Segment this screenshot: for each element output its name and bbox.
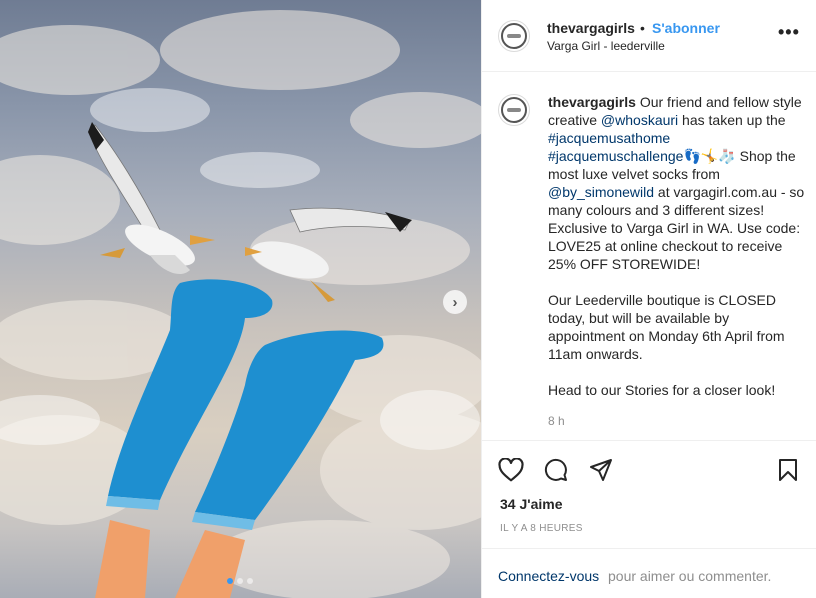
hashtag-link[interactable]: #jacquemusathome	[548, 130, 670, 146]
caption-text: thevargagirls Our friend and fellow styl…	[548, 93, 806, 399]
heart-icon[interactable]	[498, 458, 524, 482]
bookmark-icon[interactable]	[776, 458, 800, 482]
caption-paragraph: Head to our Stories for a closer look!	[548, 382, 776, 398]
carousel-dot	[247, 578, 253, 584]
comment-icon[interactable]	[543, 458, 569, 482]
post-header: thevargagirls • S'abonner Varga Girl - l…	[482, 0, 816, 72]
post-username[interactable]: thevargagirls	[547, 20, 635, 36]
login-link[interactable]: Connectez-vous	[498, 568, 599, 584]
caption-part: has taken up the	[678, 112, 786, 128]
post-side-panel: thevargagirls • S'abonner Varga Girl - l…	[481, 0, 816, 598]
separator-dot: •	[640, 20, 645, 36]
caption-username[interactable]: thevargagirls	[548, 94, 636, 110]
carousel-dot	[237, 578, 243, 584]
caption-avatar[interactable]	[498, 94, 530, 126]
comment-login-footer: Connectez-vous pour aimer ou commenter.	[482, 548, 816, 598]
hashtag-link[interactable]: #jacquemuschallenge	[548, 148, 683, 164]
caption-paragraph: Our Leederville boutique is CLOSED today…	[548, 292, 785, 362]
more-icon[interactable]: •••	[778, 22, 800, 43]
post-timestamp: IL Y A 8 HEURES	[500, 523, 583, 534]
caption-time: 8 h	[548, 414, 565, 428]
mention-link[interactable]: @whoskauri	[601, 112, 678, 128]
post-photo[interactable]: ›	[0, 0, 481, 598]
action-bar	[482, 450, 816, 490]
login-prompt-text: pour aimer ou commenter.	[608, 568, 772, 584]
avatar[interactable]	[498, 20, 530, 52]
mention-link[interactable]: @by_simonewild	[548, 184, 654, 200]
photo-scene	[0, 10, 481, 598]
likes-count[interactable]: 34 J'aime	[500, 496, 563, 512]
carousel-next-button[interactable]: ›	[443, 290, 467, 314]
emoji-group: 👣🤸🧦	[683, 148, 736, 164]
follow-button[interactable]: S'abonner	[652, 20, 720, 36]
carousel-dot	[227, 578, 233, 584]
post-location[interactable]: Varga Girl - leederville	[547, 39, 665, 53]
carousel-indicator	[227, 578, 253, 584]
share-icon[interactable]	[588, 458, 614, 482]
chevron-right-icon: ›	[452, 293, 458, 311]
